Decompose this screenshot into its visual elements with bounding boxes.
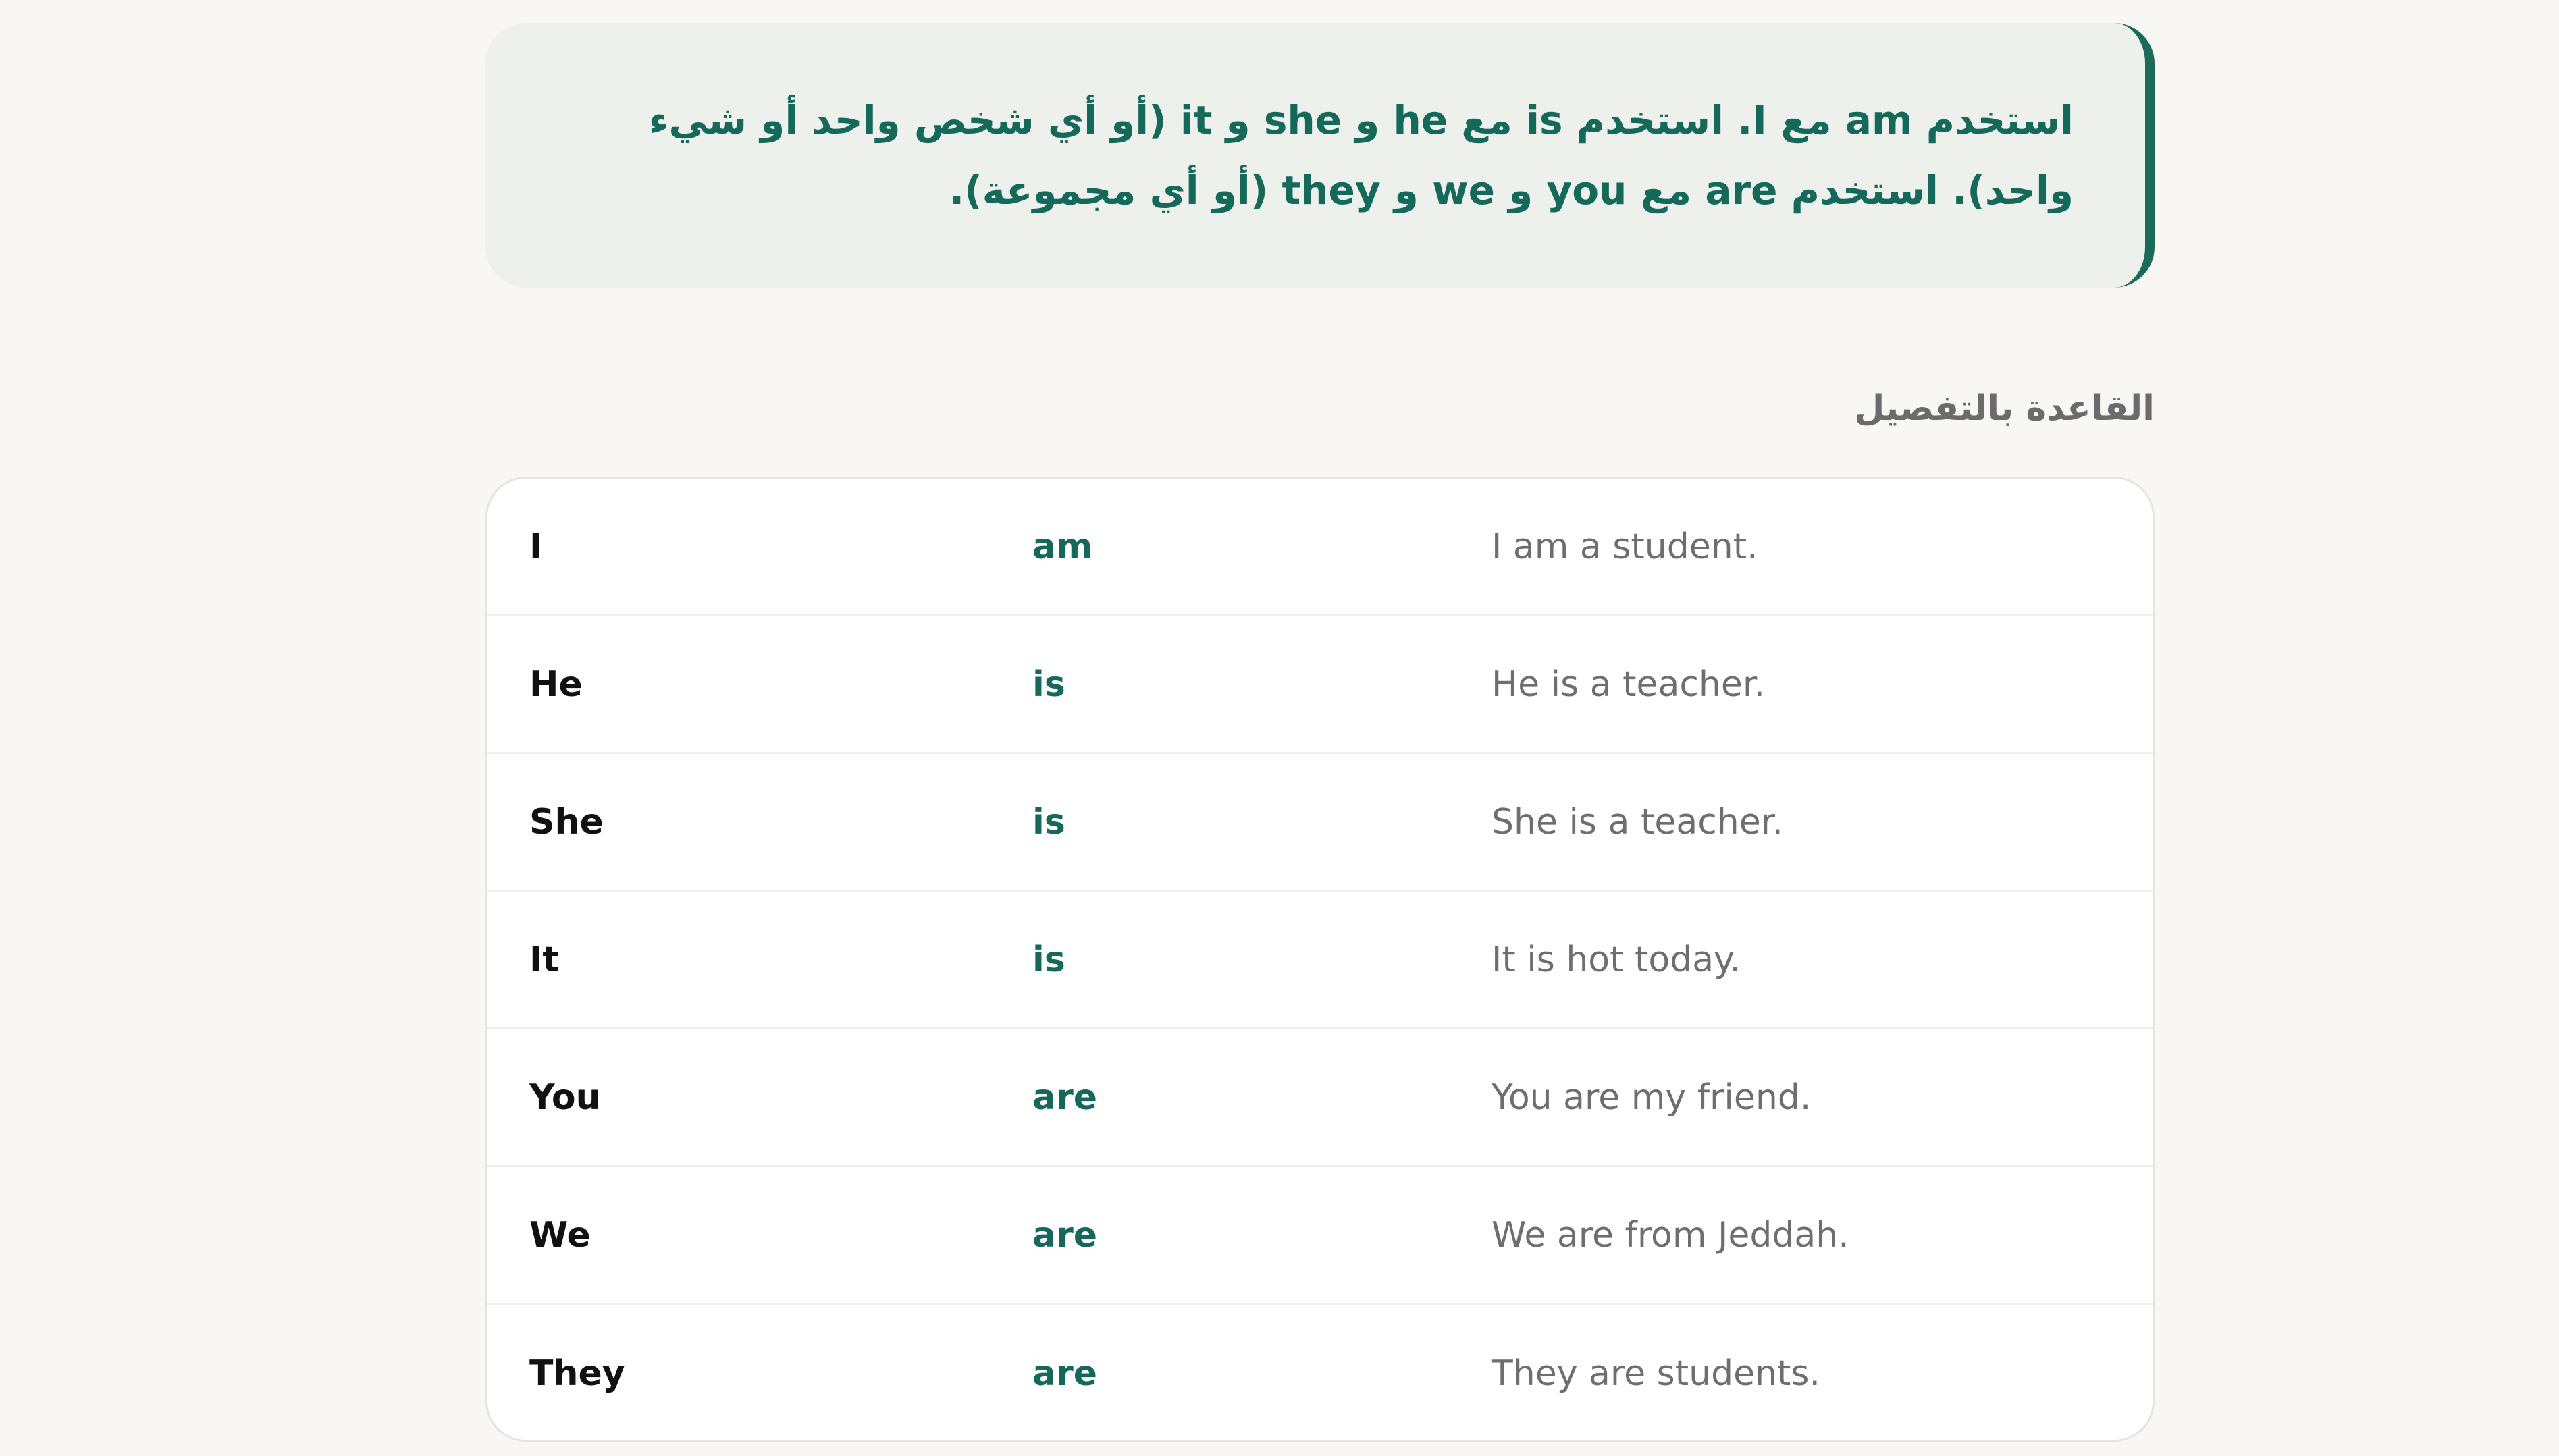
verb-cell: is <box>1032 939 1065 980</box>
subject-cell: You <box>529 1077 601 1118</box>
rule-callout: استخدم am مع I. استخدم is مع he و she و … <box>485 23 2155 288</box>
verb-cell: are <box>1032 1353 1098 1394</box>
verb-cell: is <box>1032 801 1065 842</box>
verb-cell: am <box>1032 526 1093 567</box>
subject-cell: He <box>529 664 583 705</box>
table-row: We are We are from Jeddah. <box>487 1167 2153 1305</box>
subject-cell: We <box>529 1214 591 1256</box>
example-cell: You are my friend. <box>1492 1077 1812 1118</box>
verb-cell: are <box>1032 1077 1098 1118</box>
lesson-page: استخدم am مع I. استخدم is مع he و she و … <box>0 0 2559 1456</box>
example-cell: I am a student. <box>1492 526 1758 567</box>
example-cell: He is a teacher. <box>1492 664 1766 705</box>
subject-cell: They <box>529 1353 625 1394</box>
rule-callout-text: استخدم am مع I. استخدم is مع he و she و … <box>648 97 2074 213</box>
table-row: You are You are my friend. <box>487 1029 2153 1167</box>
table-row: She is She is a teacher. <box>487 754 2153 892</box>
verb-cell: are <box>1032 1214 1098 1256</box>
table-row: I am I am a student. <box>487 479 2153 616</box>
section-heading: القاعدة بالتفصيل <box>1854 388 2155 429</box>
subject-cell: She <box>529 801 604 842</box>
table-row: He is He is a teacher. <box>487 616 2153 754</box>
example-cell: It is hot today. <box>1492 939 1741 980</box>
subject-cell: I <box>529 526 543 567</box>
table-row: It is It is hot today. <box>487 892 2153 1029</box>
table-row: They are They are students. <box>487 1305 2153 1440</box>
rule-table: I am I am a student. He is He is a teach… <box>485 477 2155 1442</box>
example-cell: She is a teacher. <box>1492 801 1783 842</box>
example-cell: We are from Jeddah. <box>1492 1214 1849 1256</box>
example-cell: They are students. <box>1492 1353 1821 1394</box>
subject-cell: It <box>529 939 560 980</box>
verb-cell: is <box>1032 664 1065 705</box>
